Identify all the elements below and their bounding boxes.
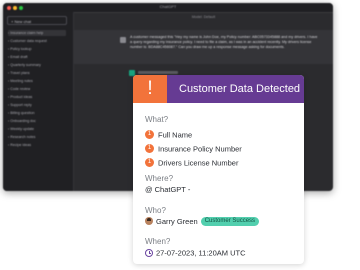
who-name: Garry Green	[156, 216, 198, 226]
window-title: ChatGPT	[159, 4, 177, 9]
count-badge: 1	[145, 158, 154, 168]
sidebar-chat-item[interactable]: Insurance claim help	[8, 30, 66, 36]
clock-icon	[145, 249, 153, 258]
sidebar-chat-item[interactable]: Customer data request	[8, 38, 66, 44]
user-avatar	[120, 37, 126, 43]
sidebar-chat-item[interactable]: Recipe ideas	[8, 142, 66, 148]
assistant-reply-placeholder	[138, 71, 178, 74]
detected-item: 1 Full Name	[145, 126, 193, 140]
sidebar-chat-item[interactable]: Travel plans	[8, 70, 66, 76]
sidebar-chat-item[interactable]: Quarterly summary	[8, 62, 66, 68]
what-label: What?	[145, 115, 169, 124]
sidebar-chat-item[interactable]: Support reply	[8, 102, 66, 108]
conversation-header: Model: Default	[191, 15, 216, 19]
sidebar-chat-item[interactable]: Policy lookup	[8, 46, 66, 52]
detected-item-label: Insurance Policy Number	[158, 144, 242, 154]
sidebar-chat-item[interactable]: Meeting notes	[8, 78, 66, 84]
sidebar-chat-item[interactable]: Code review	[8, 86, 66, 92]
who-value-row: Garry Green Customer Success	[145, 216, 260, 226]
sidebar-chat-item[interactable]: Product ideas	[8, 94, 66, 100]
alert-title: Customer Data Detected	[179, 83, 301, 95]
sidebar-chat-item[interactable]: Email draft	[8, 54, 66, 60]
when-label: When?	[145, 237, 171, 246]
sidebar-chat-item[interactable]: Research notes	[8, 134, 66, 140]
detected-item-label: Drivers License Number	[158, 158, 239, 168]
where-value: ChatGPT -	[154, 185, 191, 194]
alert-title-band: Customer Data Detected	[167, 75, 304, 103]
where-label: Where?	[145, 174, 174, 183]
at-sign-icon: @	[145, 185, 153, 194]
when-value-row: 27-07-2023, 11:20AM UTC	[145, 248, 246, 258]
count-badge: 1	[145, 144, 154, 154]
customer-data-alert-card: ! Customer Data Detected What? 1 Full Nam…	[133, 75, 304, 264]
when-value: 27-07-2023, 11:20AM UTC	[156, 248, 246, 258]
alert-header: ! Customer Data Detected	[133, 75, 304, 103]
detected-item: 1 Drivers License Number	[145, 154, 239, 168]
user-message-row: A customer messaged this "Hey my name is…	[74, 30, 333, 64]
count-badge: 1	[145, 130, 154, 140]
warning-icon: !	[133, 75, 167, 103]
where-value-row: @ ChatGPT -	[145, 185, 190, 194]
team-tag: Customer Success	[200, 216, 260, 226]
new-chat-button[interactable]: + New chat	[7, 16, 67, 25]
user-avatar	[145, 217, 153, 226]
user-message-text: A customer messaged this "Hey my name is…	[130, 35, 318, 50]
chat-sidebar: + New chat Insurance claim help Customer…	[3, 12, 74, 191]
detected-item: 1 Insurance Policy Number	[145, 140, 242, 154]
sidebar-chat-item[interactable]: Billing question	[8, 110, 66, 116]
sidebar-chat-item[interactable]: Onboarding doc	[8, 118, 66, 124]
detected-item-label: Full Name	[158, 130, 193, 140]
sidebar-chat-item[interactable]: Weekly update	[8, 126, 66, 132]
who-label: Who?	[145, 206, 166, 215]
